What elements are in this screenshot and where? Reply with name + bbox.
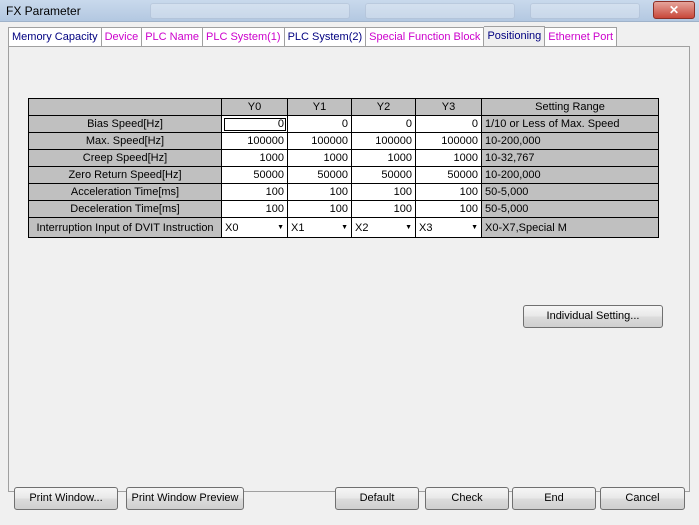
row-label: Max. Speed[Hz] [28, 132, 222, 150]
chevron-down-icon[interactable]: ▼ [341, 224, 348, 231]
close-button[interactable]: ✕ [653, 1, 695, 19]
column-header: Y2 [351, 98, 416, 116]
setting-range-header: Setting Range [481, 98, 659, 116]
chevron-down-icon[interactable]: ▼ [277, 224, 284, 231]
value-input[interactable]: 50000 [221, 166, 288, 184]
setting-range: 50-5,000 [481, 200, 659, 218]
setting-range: 1/10 or Less of Max. Speed [481, 115, 659, 133]
end-button[interactable]: End [512, 487, 596, 510]
check-button[interactable]: Check [425, 487, 509, 510]
row-label: Deceleration Time[ms] [28, 200, 222, 218]
table-row-interrupt: Interruption Input of DVIT Instruction X… [28, 217, 659, 238]
value-input[interactable]: 100 [287, 200, 352, 218]
value-input[interactable]: 100000 [287, 132, 352, 150]
table-row: Bias Speed[Hz] 0 0 0 0 1/10 or Less of M… [28, 115, 659, 133]
interrupt-input-dropdown[interactable]: X2 ▼ [351, 217, 416, 238]
value-input[interactable]: 0 [221, 115, 288, 133]
table-row: Zero Return Speed[Hz] 50000 50000 50000 … [28, 166, 659, 184]
interrupt-input-dropdown[interactable]: X3 ▼ [415, 217, 482, 238]
tab-plc-system-2[interactable]: PLC System(2) [284, 27, 367, 47]
default-button[interactable]: Default [335, 487, 419, 510]
setting-range: 10-200,000 [481, 166, 659, 184]
value-input[interactable]: 100 [221, 183, 288, 201]
tab-positioning[interactable]: Positioning [484, 26, 546, 48]
table-row: Max. Speed[Hz] 100000 100000 100000 1000… [28, 132, 659, 150]
background-window-tab [530, 3, 640, 19]
setting-range: 10-200,000 [481, 132, 659, 150]
print-window-button[interactable]: Print Window... [14, 487, 118, 510]
row-label: Interruption Input of DVIT Instruction [28, 217, 222, 238]
chevron-down-icon[interactable]: ▼ [405, 224, 412, 231]
setting-range: 50-5,000 [481, 183, 659, 201]
dropdown-value: X2 [355, 221, 369, 234]
value-input[interactable]: 0 [415, 115, 482, 133]
setting-range: 10-32,767 [481, 149, 659, 167]
tab-ethernet-port[interactable]: Ethernet Port [545, 27, 618, 47]
positioning-table: Y0 Y1 Y2 Y3 Setting Range Bias Speed[Hz]… [28, 98, 659, 238]
title-bar: FX Parameter ✕ [0, 0, 699, 22]
dialog-body: Memory Capacity Device PLC Name PLC Syst… [0, 22, 699, 525]
background-window-tab [365, 3, 515, 19]
dropdown-value: X0 [225, 221, 239, 234]
interrupt-input-dropdown[interactable]: X0 ▼ [221, 217, 288, 238]
tab-memory-capacity[interactable]: Memory Capacity [8, 27, 102, 47]
value-input[interactable]: 1000 [221, 149, 288, 167]
dropdown-value: X1 [291, 221, 305, 234]
window-title: FX Parameter [6, 4, 81, 18]
table-header-row: Y0 Y1 Y2 Y3 Setting Range [28, 98, 659, 116]
value-input[interactable]: 1000 [415, 149, 482, 167]
corner-cell [28, 98, 222, 116]
value-input[interactable]: 100000 [415, 132, 482, 150]
row-label: Creep Speed[Hz] [28, 149, 222, 167]
cancel-button[interactable]: Cancel [600, 487, 685, 510]
value-input[interactable]: 1000 [351, 149, 416, 167]
tab-plc-system-1[interactable]: PLC System(1) [203, 27, 285, 47]
value-input[interactable]: 100 [351, 183, 416, 201]
chevron-down-icon[interactable]: ▼ [471, 224, 478, 231]
table-row: Deceleration Time[ms] 100 100 100 100 50… [28, 200, 659, 218]
value-input[interactable]: 100000 [221, 132, 288, 150]
tab-special-function-block[interactable]: Special Function Block [366, 27, 485, 47]
row-label: Bias Speed[Hz] [28, 115, 222, 133]
tab-plc-name[interactable]: PLC Name [142, 27, 203, 47]
tab-bar: Memory Capacity Device PLC Name PLC Syst… [8, 26, 618, 48]
value-input[interactable]: 0 [287, 115, 352, 133]
value-input[interactable]: 100 [415, 183, 482, 201]
table-row: Creep Speed[Hz] 1000 1000 1000 1000 10-3… [28, 149, 659, 167]
row-label: Acceleration Time[ms] [28, 183, 222, 201]
setting-range: X0-X7,Special M [481, 217, 659, 238]
row-label: Zero Return Speed[Hz] [28, 166, 222, 184]
column-header: Y0 [221, 98, 288, 116]
column-header: Y3 [415, 98, 482, 116]
table-row: Acceleration Time[ms] 100 100 100 100 50… [28, 183, 659, 201]
background-window-tab [150, 3, 350, 19]
value-input[interactable]: 50000 [287, 166, 352, 184]
interrupt-input-dropdown[interactable]: X1 ▼ [287, 217, 352, 238]
individual-setting-button[interactable]: Individual Setting... [523, 305, 663, 328]
value-input[interactable]: 0 [351, 115, 416, 133]
value-input[interactable]: 100 [221, 200, 288, 218]
value-input[interactable]: 100 [351, 200, 416, 218]
positioning-panel: Y0 Y1 Y2 Y3 Setting Range Bias Speed[Hz]… [8, 46, 690, 492]
value-input[interactable]: 1000 [287, 149, 352, 167]
value-input[interactable]: 100000 [351, 132, 416, 150]
dropdown-value: X3 [419, 221, 433, 234]
print-window-preview-button[interactable]: Print Window Preview [126, 487, 244, 510]
value-input[interactable]: 100 [415, 200, 482, 218]
column-header: Y1 [287, 98, 352, 116]
tab-device[interactable]: Device [101, 27, 143, 47]
value-input[interactable]: 100 [287, 183, 352, 201]
value-input[interactable]: 50000 [351, 166, 416, 184]
value-input[interactable]: 50000 [415, 166, 482, 184]
